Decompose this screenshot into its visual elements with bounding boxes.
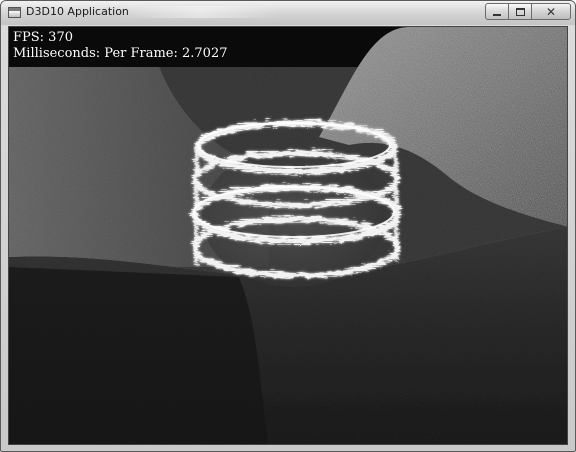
frame-time-counter: Milliseconds: Per Frame: 2.7027 bbox=[13, 46, 228, 61]
fps-counter: FPS: 370 bbox=[13, 30, 73, 45]
application-window: D3D10 Application ✕ FPS: 370 Millisecond… bbox=[0, 0, 576, 452]
render-viewport[interactable]: FPS: 370 Milliseconds: Per Frame: 2.7027 bbox=[8, 26, 568, 445]
foreground-shadow bbox=[9, 267, 269, 444]
title-bar[interactable]: D3D10 Application ✕ bbox=[1, 1, 575, 25]
close-button[interactable]: ✕ bbox=[531, 3, 571, 20]
application-icon[interactable] bbox=[8, 7, 21, 18]
close-icon: ✕ bbox=[545, 4, 557, 19]
maximize-icon bbox=[515, 7, 525, 16]
maximize-button[interactable] bbox=[508, 3, 532, 20]
window-title: D3D10 Application bbox=[26, 5, 129, 18]
3d-scene bbox=[9, 27, 567, 444]
minimize-button[interactable] bbox=[485, 3, 509, 20]
title-bar-glow bbox=[121, 6, 281, 18]
minimize-icon bbox=[493, 13, 501, 16]
